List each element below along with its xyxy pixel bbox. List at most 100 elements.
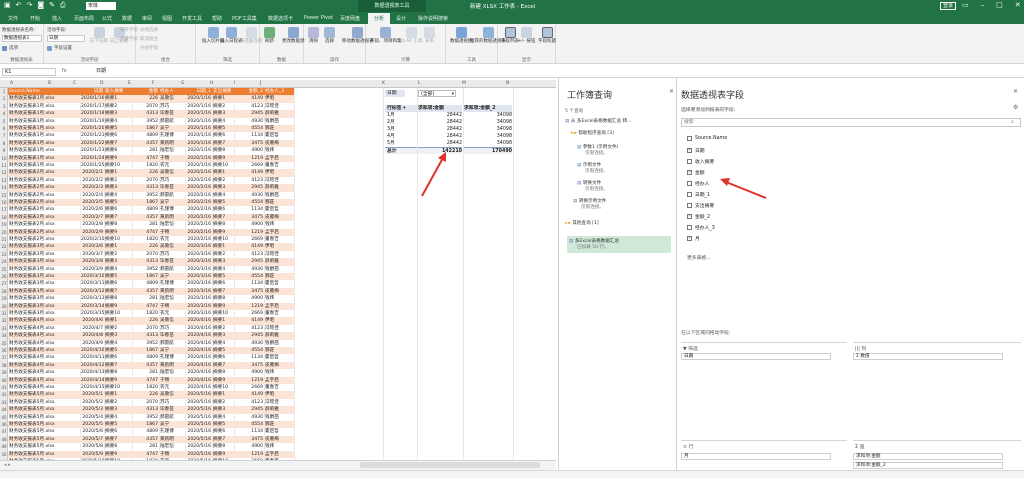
table-cell[interactable]: 财务收支报表3月.xlsx [8, 273, 80, 280]
table-cell[interactable]: 摘要6 [104, 428, 132, 435]
table-cell[interactable]: 2020/4/15 [80, 384, 104, 391]
table-cell[interactable]: 4357 [132, 362, 159, 369]
table-cell[interactable]: 酆莊 [264, 421, 294, 428]
table-cell[interactable]: 钱炜 [264, 147, 294, 154]
table-cell[interactable]: 2669 [234, 236, 264, 243]
table-cell[interactable]: 2020/3/9 [80, 266, 104, 273]
table-cell[interactable]: 财务收支报表3月.xlsx [8, 266, 80, 273]
column-header[interactable]: H [210, 81, 213, 86]
checkbox-checked[interactable]: ✓ [687, 170, 692, 175]
table-cell[interactable]: 苏巧 [159, 325, 185, 332]
table-cell[interactable]: 薛莉雅 [264, 332, 294, 339]
table-cell[interactable]: 2020/2/16 [185, 229, 212, 236]
pivot-cell[interactable]: 34098 [464, 140, 512, 147]
table-cell[interactable]: 孟宇启 [264, 229, 294, 236]
table-cell[interactable]: 毕春苗 [159, 406, 185, 413]
table-cell[interactable]: 摘要9 [104, 451, 132, 458]
table-cell[interactable]: 财务收支报表3月.xlsx [8, 310, 80, 317]
table-cell[interactable]: 钱炜 [264, 369, 294, 376]
row-number[interactable]: 34 [0, 332, 8, 339]
select-button[interactable]: 选择 [324, 27, 335, 44]
table-cell[interactable]: 吴宁 [159, 273, 185, 280]
column-title-cell[interactable]: 经办人 [159, 88, 185, 95]
column-header[interactable]: E [128, 81, 131, 86]
fx-icon[interactable]: fx [62, 68, 67, 74]
table-cell[interactable]: 摘要10 [104, 310, 132, 317]
row-number[interactable]: 35 [0, 340, 8, 347]
table-cell[interactable]: 摘要7 [104, 436, 132, 443]
pivot-filter-field[interactable]: 日期 [385, 90, 405, 97]
row-number[interactable]: 45 [0, 414, 8, 421]
table-cell[interactable]: 4554 [234, 199, 264, 206]
row-number[interactable]: 2 [0, 95, 8, 102]
table-cell[interactable]: 2020/5/16 [185, 436, 212, 443]
table-cell[interactable]: 毕春苗 [159, 258, 185, 265]
value-field-pill[interactable]: 求和项:金额 [853, 453, 1003, 460]
table-cell[interactable]: 陆宏恺 [159, 443, 185, 450]
table-cell[interactable]: 吴敬信 [159, 243, 185, 250]
table-cell[interactable]: 孔瑾博 [159, 132, 185, 139]
table-cell[interactable]: 2020/4/16 [185, 325, 212, 332]
table-cell[interactable]: 钱爵茜 [264, 266, 294, 273]
table-cell[interactable]: 财务收支报表5月.xlsx [8, 421, 80, 428]
pivot-cell[interactable]: 2月 [385, 119, 417, 126]
table-cell[interactable]: 4747 [132, 377, 159, 384]
table-cell[interactable]: 2020/5/8 [80, 443, 104, 450]
table-cell[interactable]: 摘要2 [104, 399, 132, 406]
row-number[interactable]: 49 [0, 443, 8, 450]
table-cell[interactable]: 财务收支报表4月.xlsx [8, 347, 80, 354]
row-number[interactable]: 24 [0, 258, 8, 265]
table-cell[interactable]: 摘要8 [212, 221, 234, 228]
table-cell[interactable]: 2020/4/16 [185, 384, 212, 391]
table-cell[interactable]: 摘要2 [212, 399, 234, 406]
table-cell[interactable]: 摘要5 [212, 273, 234, 280]
table-cell[interactable]: 4357 [132, 288, 159, 295]
table-cell[interactable]: 摘要5 [104, 125, 132, 132]
row-number[interactable]: 31 [0, 310, 8, 317]
table-cell[interactable]: 2020/1/16 [185, 140, 212, 147]
filter-field-pill[interactable]: 日期 [681, 353, 831, 360]
table-cell[interactable]: 摘要1 [104, 391, 132, 398]
query-item[interactable]: ▤ 多Excel表格数据汇总 已加载 50 行。 [567, 236, 671, 253]
table-cell[interactable]: 财务收支报表2月.xlsx [8, 199, 80, 206]
table-cell[interactable]: 财务收支报表4月.xlsx [8, 325, 80, 332]
table-cell[interactable]: 281 [132, 147, 159, 154]
table-cell[interactable]: 摘要7 [212, 436, 234, 443]
table-cell[interactable]: 1134 [234, 428, 264, 435]
table-cell[interactable]: 2020/5/16 [185, 451, 212, 458]
table-cell[interactable]: 钱炜 [264, 443, 294, 450]
table-cell[interactable]: 财务收支报表1月.xlsx [8, 118, 80, 125]
table-cell[interactable]: 摘要9 [212, 303, 234, 310]
row-number[interactable]: 5 [0, 118, 8, 125]
checkbox-unchecked[interactable] [687, 136, 692, 141]
pivot-total-cell[interactable]: 142210 [418, 147, 462, 154]
row-number[interactable]: 20 [0, 229, 8, 236]
refresh-button[interactable]: 刷新 [264, 27, 275, 44]
table-cell[interactable]: 3952 [132, 266, 159, 273]
pivot-cell[interactable]: 28442 [418, 140, 462, 147]
table-cell[interactable]: 摘要8 [212, 369, 234, 376]
table-cell[interactable]: 摘要5 [212, 125, 234, 132]
table-cell[interactable]: 摘要7 [104, 140, 132, 147]
pivot-cell[interactable]: 3月 [385, 126, 417, 133]
column-header[interactable]: C [73, 81, 76, 86]
table-cell[interactable]: 财务收支报表4月.xlsx [8, 369, 80, 376]
table-cell[interactable]: 3952 [132, 340, 159, 347]
table-cell[interactable]: 2020/1/16 [80, 95, 104, 102]
sheet-nav-icon[interactable]: ◂ ▸ [4, 462, 11, 468]
table-cell[interactable]: 2020/3/16 [185, 288, 212, 295]
table-cell[interactable]: 摘要1 [212, 243, 234, 250]
table-cell[interactable]: 摘要4 [212, 266, 234, 273]
table-cell[interactable]: 2020/3/16 [185, 273, 212, 280]
pivot-row-labels-header[interactable]: 行标签 ▾ [385, 105, 417, 112]
table-cell[interactable]: 摘要8 [104, 443, 132, 450]
table-cell[interactable]: 于畅 [159, 451, 185, 458]
table-cell[interactable]: 霍启哲 [264, 354, 294, 361]
olap-tools-button[interactable]: OLAP 工具 [400, 27, 422, 44]
table-cell[interactable]: 摘要6 [104, 280, 132, 287]
tab-review[interactable]: 审阅 [142, 15, 152, 22]
tab-data-options[interactable]: 数据选项卡 [268, 15, 293, 22]
column-title-cell[interactable]: Source.Name [8, 88, 80, 95]
row-number[interactable]: 27 [0, 280, 8, 287]
table-cell[interactable]: 2020/2/9 [80, 229, 104, 236]
